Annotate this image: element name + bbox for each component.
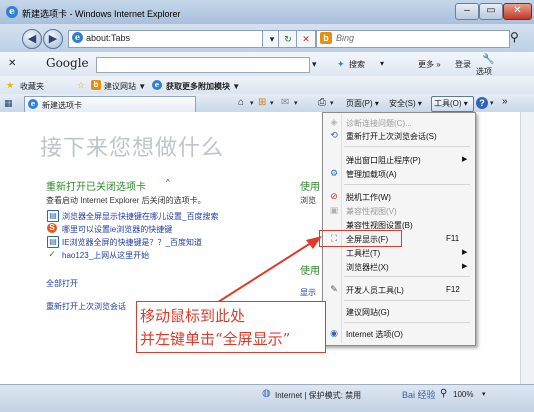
- zoom-level[interactable]: 100%: [453, 390, 473, 399]
- zoom-icon: ⚲: [440, 388, 448, 399]
- security-zone-text[interactable]: Internet | 保护模式: 禁用: [275, 390, 361, 401]
- globe-icon: ◍: [262, 388, 271, 399]
- annotation-line-2: 并左键单击“全屏显示”: [140, 330, 291, 348]
- annotation-line-1: 移动鼠标到此处: [140, 307, 246, 325]
- arrow-head: [306, 236, 322, 249]
- watermark: Bai 经验: [402, 390, 436, 400]
- zoom-dropdown-icon[interactable]: ▾: [482, 390, 486, 398]
